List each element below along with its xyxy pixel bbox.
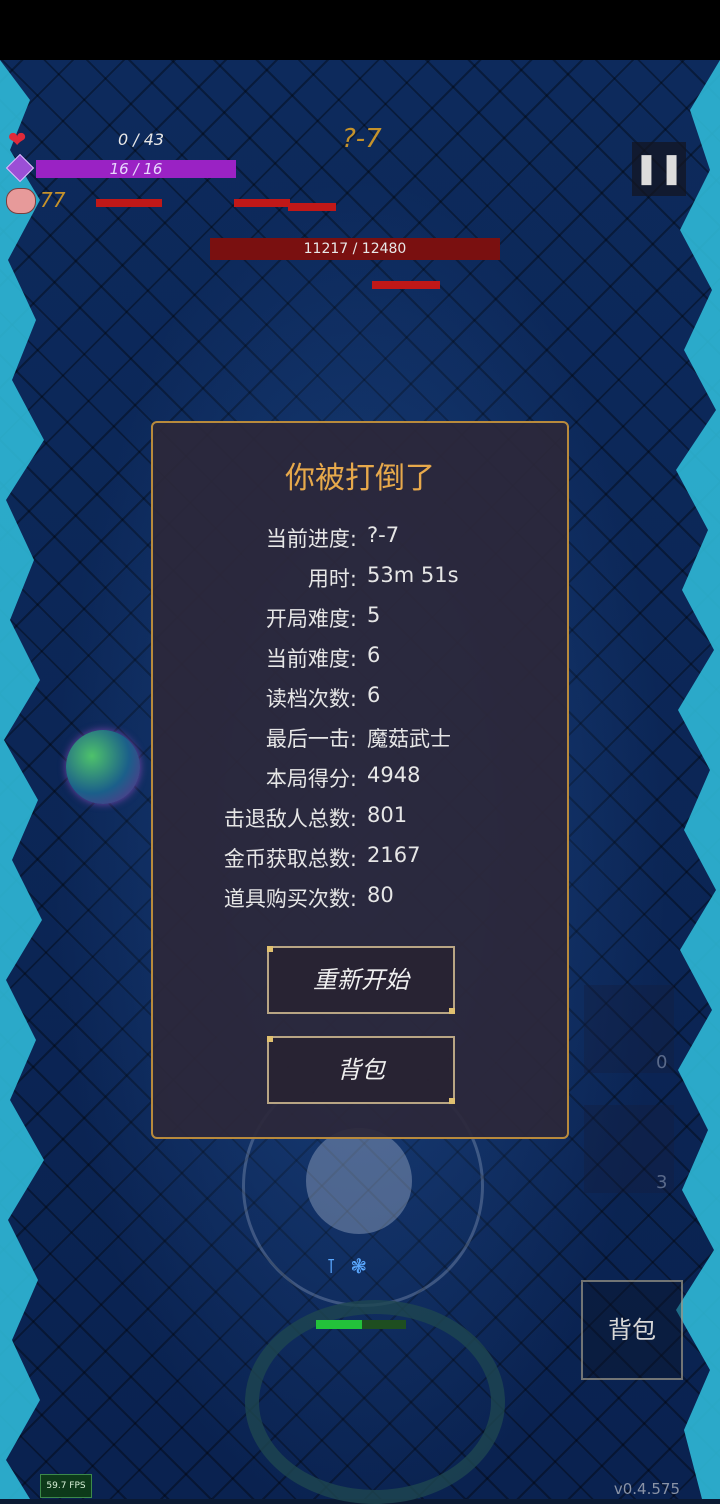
- enemy-health-bar: [234, 199, 290, 207]
- stat-value: 2167: [367, 843, 421, 867]
- boss-health-bar: 11217 / 12480: [210, 238, 500, 260]
- stat-value: 53m 51s: [367, 563, 459, 587]
- joystick-knob[interactable]: [306, 1128, 412, 1234]
- stat-label: 当前难度:: [265, 647, 357, 671]
- stat-label: 用时:: [307, 567, 357, 591]
- stat-label: 道具购买次数:: [223, 887, 357, 911]
- restart-button[interactable]: 重新开始: [267, 946, 455, 1014]
- stat-row: 击退敌人总数: 801: [153, 803, 567, 843]
- stat-label: 当前进度:: [265, 527, 357, 551]
- status-bar-area: [0, 0, 720, 60]
- stat-label: 金币获取总数:: [223, 847, 357, 871]
- boss-hp-counter: 11217 / 12480: [303, 241, 407, 257]
- backpack-corner-button[interactable]: 背包: [581, 1280, 683, 1380]
- enemy-health-bar: [372, 281, 440, 289]
- stat-value: 6: [367, 643, 381, 667]
- stat-row: 金币获取总数: 2167: [153, 843, 567, 883]
- pause-icon: ❚❚: [633, 151, 685, 186]
- stat-label: 开局难度:: [265, 607, 357, 631]
- pause-button[interactable]: ❚❚: [632, 142, 686, 196]
- stat-value: 6: [367, 683, 381, 707]
- game-over-dialog: 你被打倒了 当前进度: ?-7 用时: 53m 51s 开局难度: 5 当前难度: 6 …: [151, 421, 569, 1139]
- stat-value: 5: [367, 603, 381, 627]
- stat-row: 最后一击: 魔菇武士: [153, 723, 567, 763]
- coin-counter: 77: [40, 188, 66, 212]
- fps-counter: 59.7 FPS: [40, 1474, 92, 1498]
- stat-value: ?-7: [367, 523, 400, 547]
- stat-row: 读档次数: 6: [153, 683, 567, 723]
- stat-label: 击退敌人总数:: [223, 807, 357, 831]
- stat-label: 本局得分:: [265, 767, 357, 791]
- mana-bar: 16 / 16: [36, 160, 236, 178]
- stat-row: 用时: 53m 51s: [153, 563, 567, 603]
- stage-label: ?-7: [342, 124, 382, 154]
- stat-value: 80: [367, 883, 394, 907]
- item-count: 3: [656, 1172, 668, 1193]
- crystal-wall-left: [0, 60, 44, 1499]
- stat-row: 当前进度: ?-7: [153, 523, 567, 563]
- stat-value: 801: [367, 803, 408, 827]
- heart-icon: ❤: [8, 128, 27, 153]
- stat-value: 4948: [367, 763, 421, 787]
- potion-count: 0: [656, 1052, 668, 1073]
- dialog-title: 你被打倒了: [285, 461, 435, 496]
- stat-row: 本局得分: 4948: [153, 763, 567, 803]
- enemy-health-bar: [96, 199, 162, 207]
- stat-label: 读档次数:: [265, 687, 357, 711]
- piggy-bank-icon: [6, 188, 36, 214]
- stat-value: 魔菇武士: [367, 727, 451, 751]
- mana-counter: 16 / 16: [109, 160, 163, 178]
- hp-counter: 0 / 43: [118, 130, 165, 149]
- stat-label: 最后一击:: [265, 727, 357, 751]
- skill-icons: ⊺❃: [326, 1254, 382, 1278]
- player-character: [245, 1300, 505, 1504]
- enemy-health-bar: [288, 203, 336, 211]
- version-label: v0.4.575: [613, 1480, 680, 1498]
- backpack-button[interactable]: 背包: [267, 1036, 455, 1104]
- stat-row: 道具购买次数: 80: [153, 883, 567, 923]
- player-health-fill: [316, 1320, 362, 1329]
- stat-row: 开局难度: 5: [153, 603, 567, 643]
- crystal-orb: [66, 730, 140, 804]
- stat-row: 当前难度: 6: [153, 643, 567, 683]
